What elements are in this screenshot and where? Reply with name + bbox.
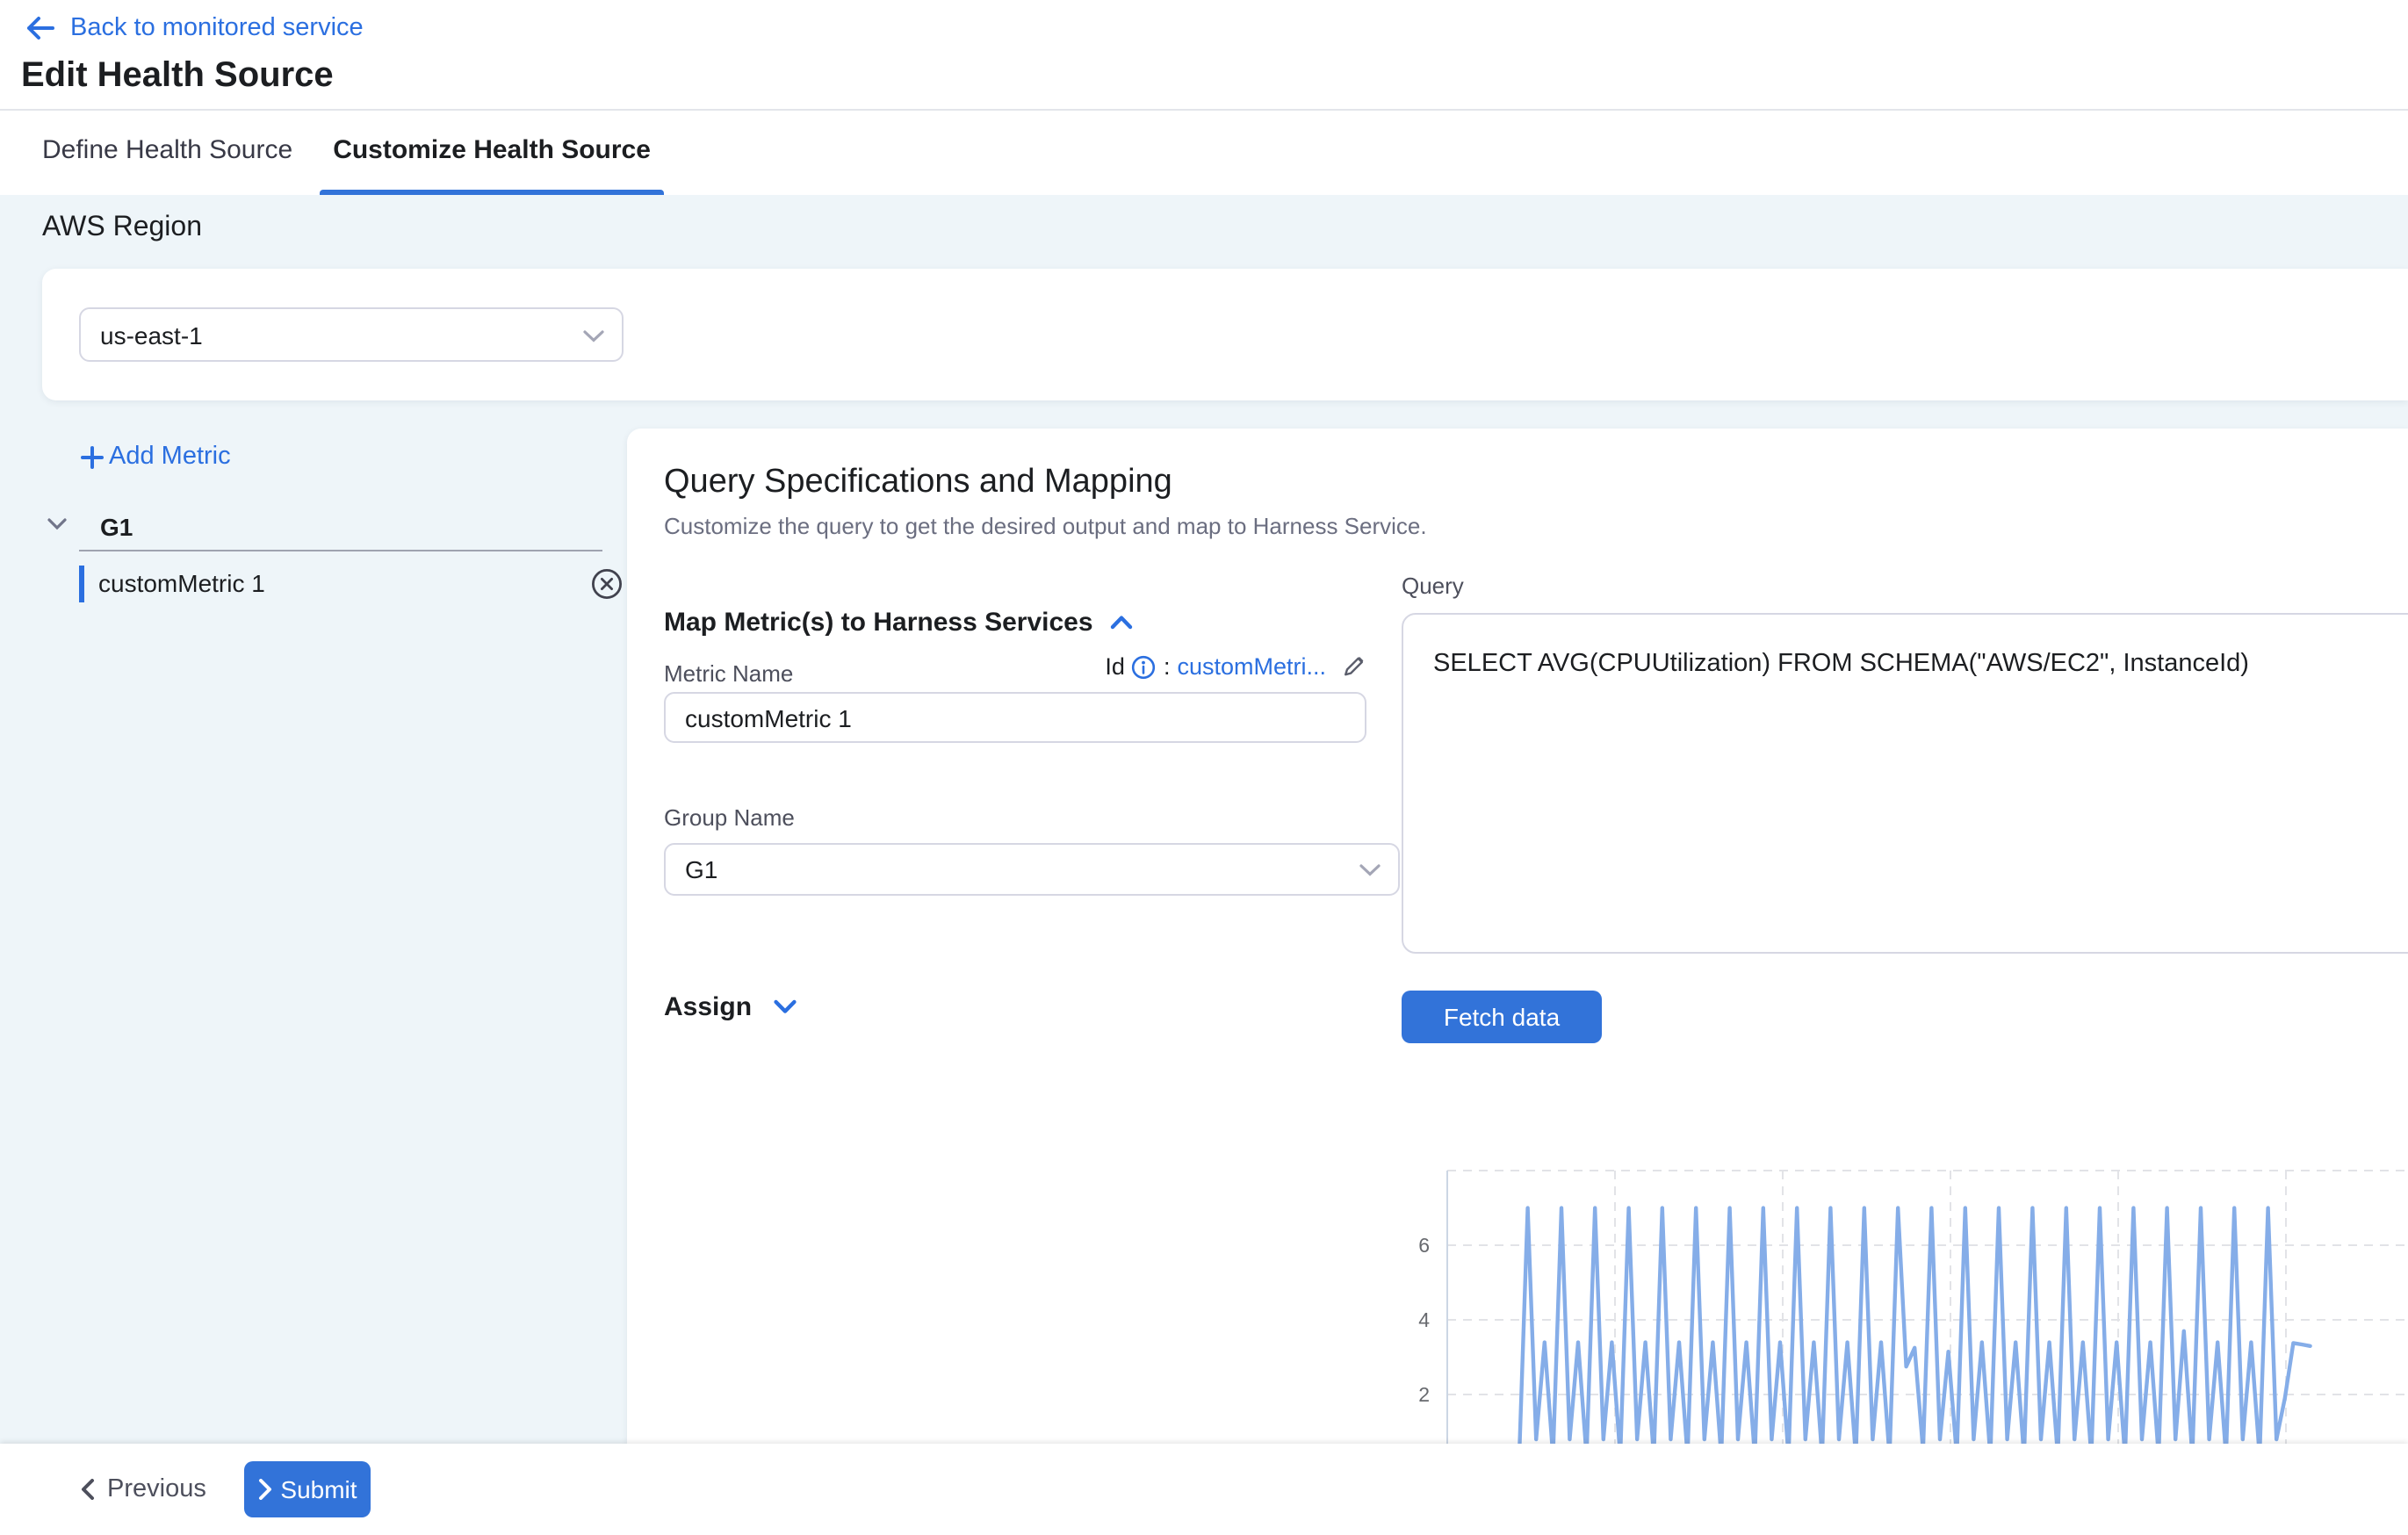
- fetch-data-button[interactable]: Fetch data: [1402, 991, 1602, 1043]
- previous-label: Previous: [107, 1475, 206, 1503]
- metric-id-value[interactable]: customMetri...: [1177, 653, 1326, 680]
- query-specifications-card: Query Specifications and Mapping Customi…: [627, 429, 2408, 1444]
- group-name-select[interactable]: G1: [664, 843, 1400, 896]
- assign-accordion[interactable]: Assign: [664, 992, 797, 1022]
- metric-list-item[interactable]: customMetric 1: [79, 566, 606, 602]
- query-section-title: Query Specifications and Mapping: [664, 464, 1172, 502]
- query-label: Query: [1402, 573, 1464, 599]
- chevron-down-icon: [773, 999, 797, 1015]
- metric-name-input[interactable]: [664, 692, 1366, 743]
- query-section-subtitle: Customize the query to get the desired o…: [664, 513, 1427, 539]
- back-link[interactable]: Back to monitored service: [25, 14, 364, 42]
- metric-item-label: customMetric 1: [98, 569, 265, 597]
- group-name-value: G1: [685, 855, 717, 883]
- back-link-label: Back to monitored service: [70, 14, 364, 42]
- chevron-down-icon: [1359, 864, 1381, 876]
- map-metrics-label: Map Metric(s) to Harness Services: [664, 608, 1093, 638]
- group-collapse-chevron-icon[interactable]: [47, 518, 67, 530]
- page-title: Edit Health Source: [21, 56, 334, 97]
- map-metrics-accordion[interactable]: Map Metric(s) to Harness Services: [664, 608, 1134, 638]
- edit-pencil-icon[interactable]: [1340, 653, 1366, 680]
- selected-indicator-bar: [79, 566, 84, 602]
- svg-text:6: 6: [1418, 1234, 1430, 1257]
- metric-group-header[interactable]: G1: [100, 513, 133, 541]
- id-separator: :: [1164, 653, 1171, 680]
- metric-id-row: Id : customMetri...: [664, 653, 1366, 680]
- group-divider: [79, 550, 602, 551]
- aws-region-label: AWS Region: [42, 213, 202, 244]
- group-name-label: Group Name: [664, 804, 795, 831]
- aws-region-select[interactable]: us-east-1: [79, 307, 624, 362]
- chevron-down-icon: [583, 329, 604, 342]
- svg-text:2: 2: [1418, 1383, 1430, 1406]
- assign-label: Assign: [664, 992, 752, 1022]
- aws-region-value: us-east-1: [100, 321, 203, 349]
- add-metric-label: Add Metric: [109, 443, 231, 471]
- metric-preview-chart: 2 4 6: [1388, 1152, 2408, 1444]
- plus-icon: [81, 445, 104, 468]
- aws-region-card: us-east-1: [42, 269, 2408, 400]
- delete-metric-icon[interactable]: [590, 567, 624, 601]
- tab-bar: Define Health Source Customize Health So…: [42, 111, 665, 195]
- submit-button[interactable]: Submit: [244, 1461, 371, 1517]
- chevron-up-icon: [1111, 615, 1134, 631]
- info-icon[interactable]: [1132, 654, 1157, 679]
- header: Back to monitored service Edit Health So…: [0, 0, 2408, 195]
- submit-label: Submit: [280, 1475, 357, 1503]
- query-textarea[interactable]: SELECT AVG(CPUUtilization) FROM SCHEMA("…: [1402, 613, 2408, 954]
- chevron-right-icon: [257, 1479, 271, 1500]
- footer-bar: Previous Submit: [0, 1444, 2408, 1535]
- back-arrow-icon: [25, 16, 56, 40]
- edit-health-source-page: Back to monitored service Edit Health So…: [0, 0, 2408, 1535]
- chevron-left-icon: [81, 1479, 95, 1500]
- svg-text:4: 4: [1418, 1308, 1430, 1331]
- id-label: Id: [1105, 653, 1125, 680]
- previous-button[interactable]: Previous: [70, 1444, 217, 1535]
- add-metric-button[interactable]: Add Metric: [81, 443, 231, 471]
- tab-define-health-source[interactable]: Define Health Source: [42, 111, 292, 195]
- tab-customize-health-source[interactable]: Customize Health Source: [319, 111, 665, 195]
